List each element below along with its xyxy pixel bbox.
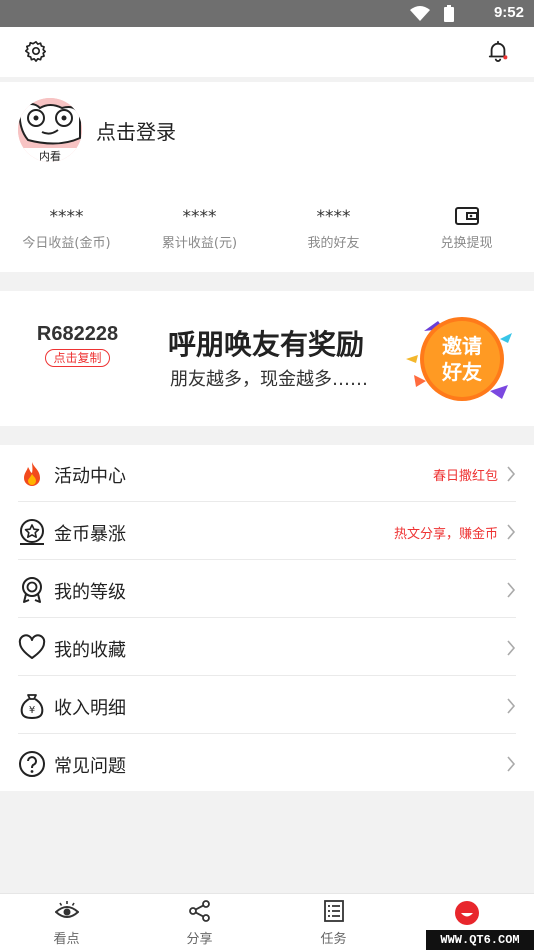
- profile-card: 内看 点击登录 **** 今日收益(金币) **** 累计收益(元) **** …: [0, 82, 534, 272]
- question-icon: [19, 751, 45, 777]
- avatar-text: 内看: [39, 149, 61, 162]
- menu-label: 金币暴涨: [54, 524, 126, 545]
- badge-text-line1: 邀请: [442, 334, 482, 358]
- stat-total-earnings[interactable]: **** 累计收益(元): [133, 206, 266, 251]
- money-bag-icon: ¥: [20, 694, 44, 720]
- chevron-right-icon: [507, 756, 516, 772]
- share-icon: [188, 900, 210, 922]
- chevron-right-icon: [507, 698, 516, 714]
- clock: 9:52: [493, 4, 524, 21]
- banner-headline: 呼朋唤友有奖励: [168, 328, 365, 361]
- top-bar: [0, 27, 534, 77]
- heart-icon: [18, 634, 46, 659]
- menu-item-my-favorites[interactable]: 我的收藏: [0, 619, 534, 676]
- battery-icon: [444, 5, 454, 22]
- tab-share[interactable]: 分享: [133, 900, 266, 947]
- chevron-right-icon: [507, 524, 516, 540]
- stat-value: ****: [182, 207, 217, 227]
- menu-label: 常见问题: [54, 756, 126, 777]
- invite-code-box: R682228 点击复制: [30, 323, 125, 367]
- stat-value: ****: [316, 207, 351, 227]
- menu-item-faq[interactable]: 常见问题: [0, 735, 534, 792]
- tab-tasks[interactable]: 任务: [267, 900, 400, 947]
- stat-friends[interactable]: **** 我的好友: [267, 206, 400, 251]
- tab-label: 任务: [320, 932, 347, 947]
- badge-text-line2: 好友: [441, 360, 482, 384]
- tab-kandian[interactable]: 看点: [0, 900, 133, 947]
- menu-note: 热文分享，赚金币: [393, 527, 498, 542]
- chevron-right-icon: [507, 582, 516, 598]
- profile-face-icon: [454, 901, 479, 925]
- menu-list: 活动中心 春日撒红包 金币暴涨 热文分享，赚金币 我的等级 我的收藏 ¥ 收入明…: [0, 445, 534, 791]
- banner-subline: 朋友越多，现金越多……: [170, 369, 368, 390]
- menu-item-activity-center[interactable]: 活动中心 春日撒红包: [0, 445, 534, 502]
- watermark: WWW.QT6.COM: [426, 930, 534, 950]
- menu-note: 春日撒红包: [432, 469, 498, 484]
- stat-today-coins[interactable]: **** 今日收益(金币): [0, 206, 133, 251]
- menu-label: 收入明细: [54, 698, 126, 719]
- menu-label: 我的等级: [54, 582, 126, 603]
- invite-banner[interactable]: R682228 点击复制 呼朋唤友有奖励 朋友越多，现金越多…… 邀请 好友: [0, 291, 534, 426]
- flame-icon: [24, 462, 40, 486]
- stat-label: 今日收益(金币): [22, 236, 111, 251]
- task-list-icon: [323, 900, 344, 922]
- invite-friends-badge[interactable]: 邀请 好友: [404, 309, 516, 409]
- menu-label: 活动中心: [54, 466, 126, 487]
- status-bar: 9:52: [0, 0, 534, 27]
- menu-item-my-level[interactable]: 我的等级: [0, 561, 534, 618]
- stat-withdraw[interactable]: 兑换提现: [400, 206, 533, 251]
- menu-item-income-details[interactable]: ¥ 收入明细: [0, 677, 534, 734]
- medal-icon: [22, 577, 42, 603]
- login-link[interactable]: 点击登录: [96, 116, 176, 145]
- gear-icon[interactable]: [25, 40, 47, 62]
- invite-code: R682228: [36, 323, 119, 345]
- wallet-icon: [454, 207, 479, 225]
- bell-icon[interactable]: [487, 40, 509, 62]
- chevron-right-icon: [507, 466, 516, 482]
- tab-label: 看点: [53, 932, 80, 947]
- eye-icon: [54, 901, 79, 918]
- menu-label: 我的收藏: [54, 640, 126, 661]
- bottom-tab-bar: 看点 分享 任务 WWW.QT6.COM: [0, 893, 534, 950]
- tab-label: 分享: [186, 932, 213, 947]
- copy-code-button[interactable]: 点击复制: [45, 349, 110, 367]
- stat-label: 我的好友: [307, 236, 360, 251]
- cartoon-face-icon: 内看: [18, 98, 82, 162]
- svg-text:¥: ¥: [29, 705, 35, 716]
- wifi-icon: [410, 6, 430, 21]
- stats-row: **** 今日收益(金币) **** 累计收益(元) **** 我的好友 兑换提…: [0, 206, 534, 256]
- star-coin-icon: [20, 519, 44, 545]
- stat-label: 累计收益(元): [161, 236, 238, 251]
- menu-item-coin-surge[interactable]: 金币暴涨 热文分享，赚金币: [0, 503, 534, 560]
- tab-me[interactable]: [400, 900, 533, 932]
- avatar[interactable]: 内看: [18, 98, 82, 162]
- chevron-right-icon: [507, 640, 516, 656]
- stat-label: 兑换提现: [440, 236, 493, 251]
- stat-value: ****: [49, 207, 84, 227]
